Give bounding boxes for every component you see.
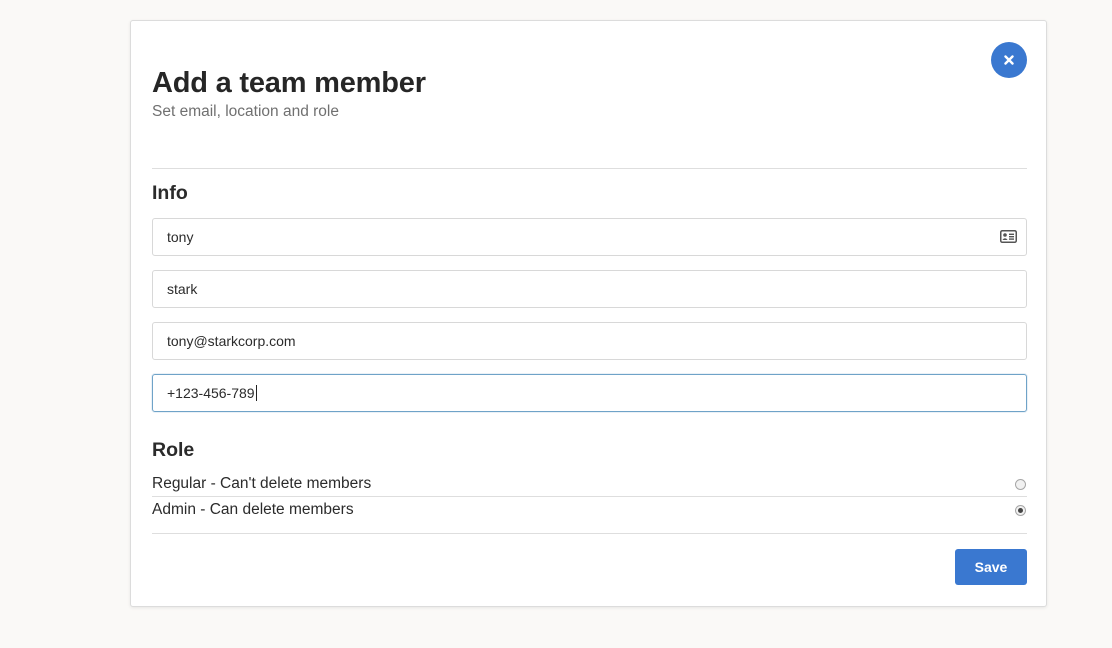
email-value: tony@starkcorp.com bbox=[167, 333, 296, 349]
text-caret bbox=[255, 385, 257, 401]
role-option-regular[interactable]: Regular - Can't delete members bbox=[152, 472, 1027, 496]
modal-subtitle: Set email, location and role bbox=[152, 103, 339, 120]
save-button[interactable]: Save bbox=[955, 549, 1027, 585]
phone-field[interactable]: +123-456-789 bbox=[152, 374, 1027, 412]
last-name-field[interactable]: stark bbox=[152, 270, 1027, 308]
role-divider bbox=[152, 496, 1027, 497]
radio-regular[interactable] bbox=[1015, 478, 1026, 490]
add-member-modal: Add a team member Set email, location an… bbox=[130, 20, 1047, 607]
radio-admin[interactable] bbox=[1015, 504, 1026, 516]
modal-title: Add a team member bbox=[152, 67, 426, 99]
role-option-admin[interactable]: Admin - Can delete members bbox=[152, 498, 1027, 522]
header-divider bbox=[152, 168, 1027, 169]
last-name-value: stark bbox=[167, 281, 198, 297]
first-name-field[interactable]: tony bbox=[152, 218, 1027, 256]
role-heading: Role bbox=[152, 439, 195, 461]
first-name-value: tony bbox=[167, 229, 194, 245]
phone-value: +123-456-789 bbox=[167, 385, 255, 401]
close-button[interactable] bbox=[991, 42, 1027, 78]
email-field[interactable]: tony@starkcorp.com bbox=[152, 322, 1027, 360]
phone-value-wrapper: +123-456-789 bbox=[167, 385, 1012, 401]
radio-selected-dot bbox=[1018, 507, 1023, 513]
role-label-admin: Admin - Can delete members bbox=[152, 501, 354, 518]
id-card-icon bbox=[1000, 230, 1017, 248]
close-icon bbox=[1004, 55, 1014, 65]
role-label-regular: Regular - Can't delete members bbox=[152, 475, 372, 492]
info-heading: Info bbox=[152, 182, 188, 204]
footer-divider bbox=[152, 533, 1027, 534]
